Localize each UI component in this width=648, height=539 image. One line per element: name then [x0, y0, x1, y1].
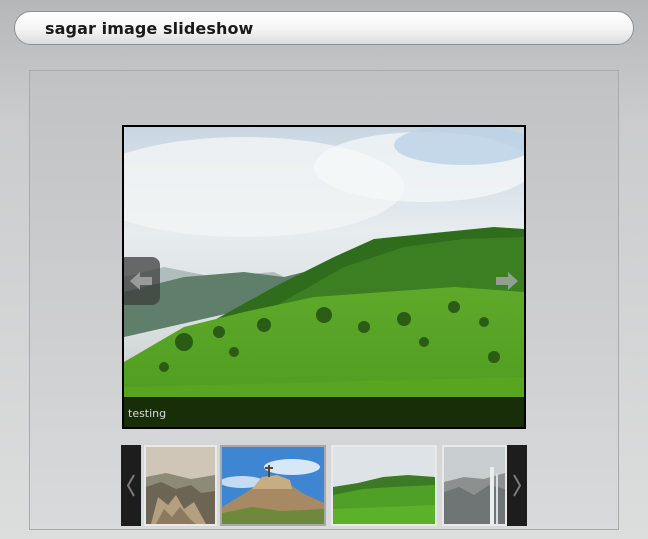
- left-arrow-icon: [130, 272, 152, 290]
- main-slide-image: [124, 127, 524, 427]
- chevron-right-icon: [513, 474, 522, 497]
- thumbnail-4[interactable]: [442, 445, 507, 526]
- chevron-left-icon: [126, 474, 135, 497]
- caption-bar: testing: [124, 397, 524, 427]
- previous-slide-button[interactable]: [124, 257, 160, 305]
- thumbnail-2[interactable]: [220, 445, 326, 526]
- header-bar: sagar image slideshow: [14, 11, 634, 45]
- thumbnail-next-button[interactable]: [507, 445, 527, 526]
- thumbnail-image-green-hills: [333, 447, 435, 524]
- slide-caption: testing: [128, 407, 167, 420]
- thumbnail-strip: [141, 445, 507, 526]
- page-title: sagar image slideshow: [45, 19, 254, 38]
- thumbnail-image-waterfall: [444, 447, 505, 524]
- thumbnail-1[interactable]: [144, 445, 217, 526]
- thumbnail-image-rocky-cliff: [146, 447, 215, 524]
- thumbnail-prev-button[interactable]: [121, 445, 141, 526]
- next-slide-button[interactable]: [488, 257, 524, 305]
- thumbnail-3[interactable]: [331, 445, 437, 526]
- main-image-frame: testing: [122, 125, 526, 429]
- thumbnail-image-fort-hilltop: [222, 447, 324, 524]
- right-arrow-icon: [496, 272, 518, 290]
